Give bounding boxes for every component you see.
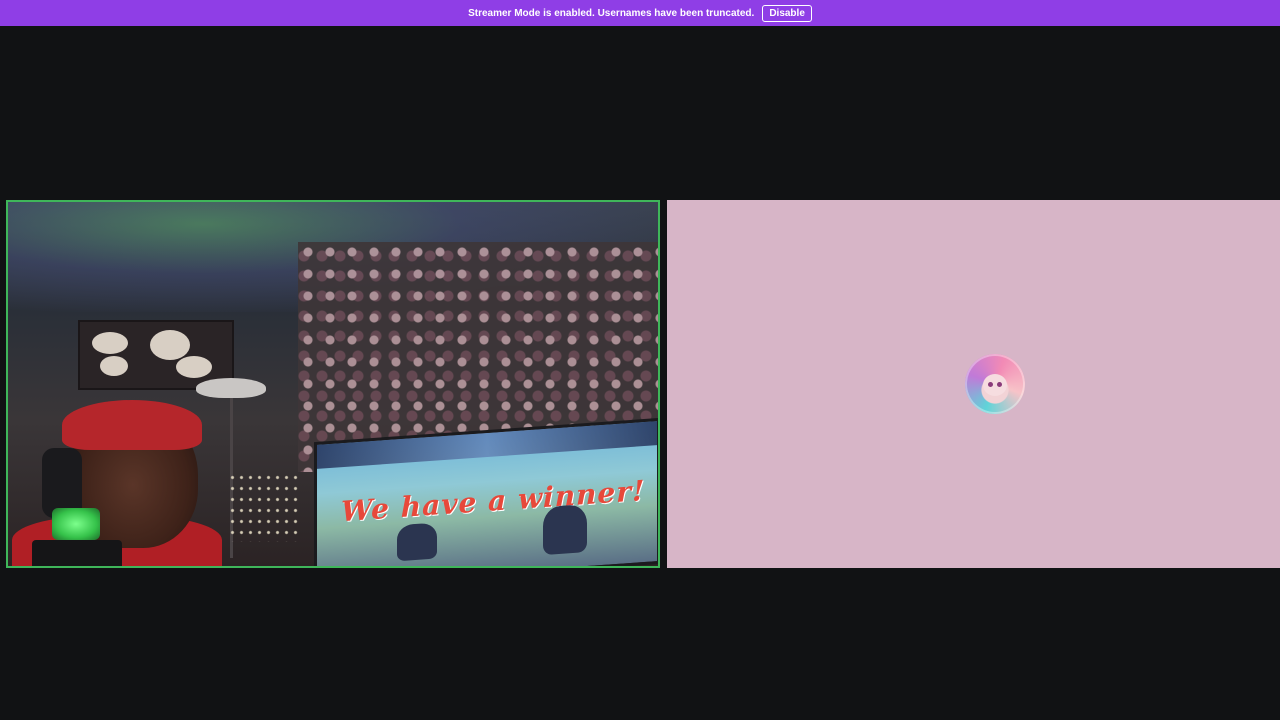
participant-avatar-tile[interactable] <box>667 200 1280 568</box>
floor-lamp-shade <box>196 378 266 398</box>
participant-video-tile[interactable]: We have a winner! <box>6 200 660 568</box>
avatar-face <box>983 374 1007 396</box>
tv-screen: We have a winner! <box>314 417 658 566</box>
disable-streamer-mode-button[interactable]: Disable <box>762 4 812 22</box>
microphone-green-light <box>52 508 100 540</box>
red-hat <box>62 400 202 450</box>
streamer-mode-banner: Streamer Mode is enabled. Usernames have… <box>0 0 1280 26</box>
streamer-mode-message: Streamer Mode is enabled. Usernames have… <box>468 7 755 19</box>
microphone-base <box>32 540 122 566</box>
game-fighter-left <box>397 522 437 562</box>
call-stage: We have a winner! <box>0 26 1280 720</box>
game-fighter-right <box>543 504 587 556</box>
tv-screen-text: We have a winner! <box>341 473 646 529</box>
string-lights <box>228 472 298 542</box>
user-avatar-icon[interactable] <box>965 354 1025 414</box>
